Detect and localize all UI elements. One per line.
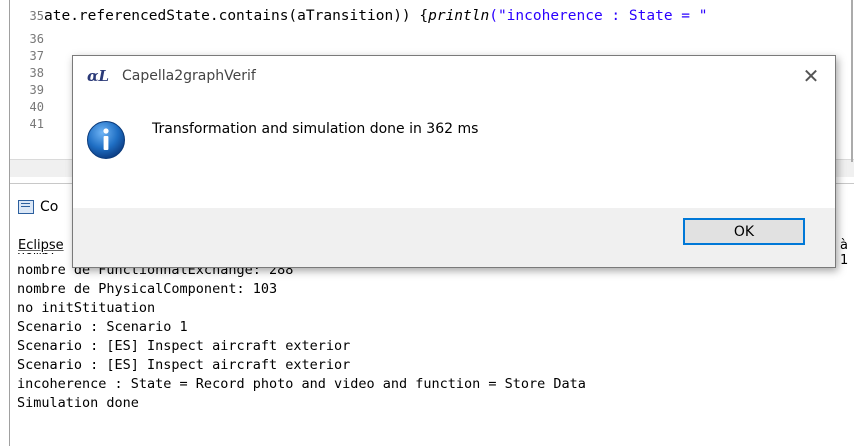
editor-line: 35ate.referencedState.contains(aTransiti…	[10, 8, 708, 25]
line-number: 39	[29, 83, 44, 97]
dialog-title: Capella2graphVerif	[122, 68, 256, 84]
editor-line: 36	[10, 31, 44, 48]
console-description: Eclipse	[18, 238, 64, 253]
tab-console-label: Co	[40, 199, 59, 215]
code-text: ate.referencedState.contains(aTransition…	[44, 8, 429, 24]
dialog-body: Transformation and simulation done in 36…	[73, 96, 835, 208]
line-number: 36	[29, 32, 44, 46]
dialog-titlebar[interactable]: αL Capella2graphVerif ✕	[73, 56, 835, 96]
tab-console[interactable]: Co	[10, 195, 58, 219]
editor-border	[851, 0, 853, 162]
message-dialog: αL Capella2graphVerif ✕ Transformation a…	[72, 55, 836, 268]
line-number: 38	[29, 66, 44, 80]
code-keyword: println	[428, 8, 490, 24]
console-line: incoherence : State = Record photo and v…	[17, 376, 586, 392]
close-button[interactable]: ✕	[797, 62, 825, 90]
console-icon	[18, 200, 34, 214]
console-line: Scenario : Scenario 1	[17, 319, 188, 335]
editor-line: 38	[10, 65, 44, 82]
editor-line: 40	[10, 99, 44, 116]
editor-line: 39	[10, 82, 44, 99]
line-number: 37	[29, 49, 44, 63]
line-number: 41	[29, 117, 44, 131]
ok-button[interactable]: OK	[683, 218, 805, 245]
line-number: 35	[29, 9, 44, 23]
editor-line: 41	[10, 116, 44, 133]
dialog-message: Transformation and simulation done in 36…	[152, 121, 479, 137]
dialog-button-bar: OK	[73, 208, 835, 267]
console-line: Scenario : [ES] Inspect aircraft exterio…	[17, 338, 351, 354]
close-icon: ✕	[802, 64, 820, 88]
console-line: no initStituation	[17, 300, 156, 316]
information-icon	[87, 121, 125, 159]
console-line: Scenario : [ES] Inspect aircraft exterio…	[17, 357, 351, 373]
code-string: ("incoherence : State = "	[489, 8, 708, 24]
window-left-edge	[0, 0, 10, 446]
console-line: nombre de PhysicalComponent: 103	[17, 281, 278, 297]
app-logo-icon: αL	[87, 67, 110, 85]
console-line: Simulation done	[17, 395, 139, 411]
console-output[interactable]: nombr nombre de FunctionnalExchange: 288…	[17, 253, 847, 447]
editor-line: 37	[10, 48, 44, 65]
line-number: 40	[29, 100, 44, 114]
